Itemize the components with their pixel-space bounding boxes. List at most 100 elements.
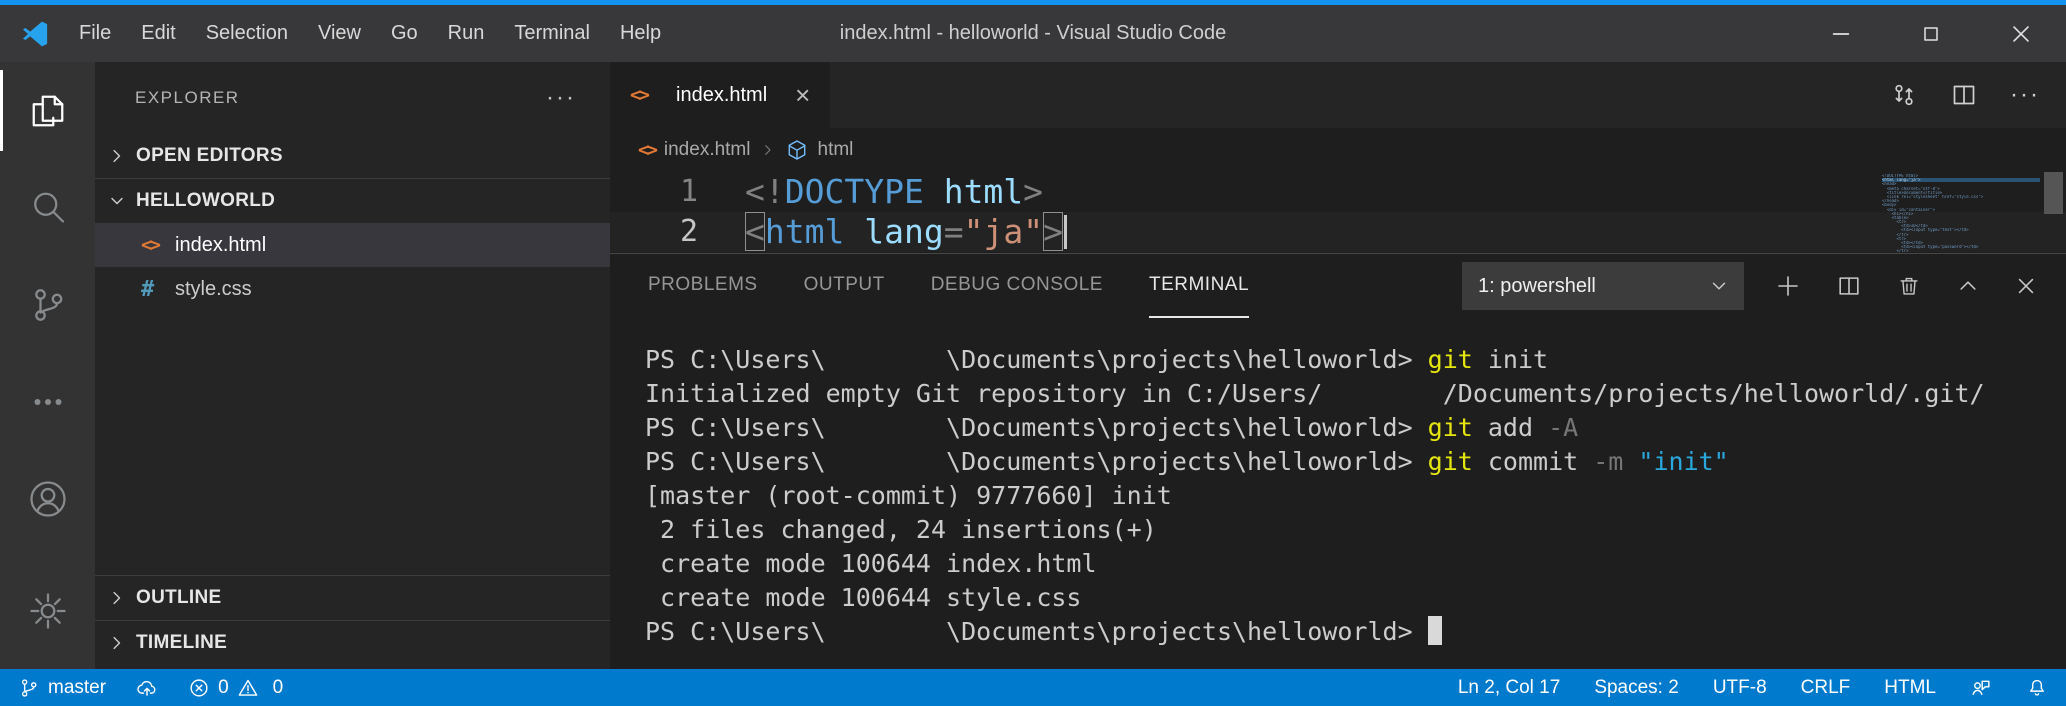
activity-settings-gear-icon[interactable] — [0, 562, 95, 659]
html-file-icon: <> — [638, 139, 655, 161]
status-cursor-position[interactable]: Ln 2, Col 17 — [1458, 677, 1560, 699]
editor-group: <> index.html × ··· <> index.html html 1… — [610, 62, 2066, 253]
editor-actions: ··· — [1890, 62, 2066, 128]
menu-terminal[interactable]: Terminal — [499, 5, 605, 62]
activity-more-icon[interactable] — [0, 353, 95, 450]
section-timeline[interactable]: TIMELINE — [95, 621, 610, 665]
sidebar-title: EXPLORER — [135, 88, 240, 108]
panel-tab-terminal[interactable]: TERMINAL — [1149, 254, 1249, 318]
split-editor-icon[interactable] — [1950, 81, 1978, 109]
code-line-2[interactable]: 2<html lang="ja"> — [610, 212, 2066, 252]
section-label: OUTLINE — [136, 587, 222, 609]
code-editor[interactable]: 1<!DOCTYPE html>2<html lang="ja"> <!DOCT… — [610, 172, 2066, 253]
terminal-cursor — [1428, 616, 1442, 645]
maximize-panel-icon[interactable] — [1956, 274, 1980, 298]
terminal-text: PS C:\Users\ \Documents\projects\hellowo… — [645, 345, 1428, 374]
open-changes-icon[interactable] — [1890, 81, 1918, 109]
maximize-button[interactable] — [1886, 5, 1976, 62]
terminal-text: commit — [1473, 447, 1593, 476]
html-file-icon: <> — [630, 84, 664, 106]
sidebar-bottom-sections: OUTLINE TIMELINE — [95, 575, 610, 665]
terminal-line: 2 files changed, 24 insertions(+) — [645, 513, 2066, 547]
editor-scrollbar[interactable] — [2044, 172, 2063, 214]
menu-file[interactable]: File — [64, 5, 126, 62]
section-label: TIMELINE — [136, 632, 227, 654]
file-index-html[interactable]: <>index.html — [95, 223, 610, 267]
minimize-button[interactable] — [1796, 5, 1886, 62]
section-open-editors[interactable]: OPEN EDITORS — [95, 134, 610, 178]
activity-account-icon[interactable] — [0, 450, 95, 547]
terminal-text: 2 files changed, 24 insertions(+) — [645, 515, 1157, 544]
code-token: < — [745, 212, 765, 251]
file-name: style.css — [175, 278, 252, 301]
tab-bar: <> index.html × ··· — [610, 62, 2066, 128]
menu-go[interactable]: Go — [376, 5, 433, 62]
panel-tabs: PROBLEMS OUTPUT DEBUG CONSOLE TERMINAL — [648, 254, 1295, 318]
tab-label: index.html — [676, 84, 767, 107]
terminal-line: PS C:\Users\ \Documents\projects\hellowo… — [645, 411, 2066, 445]
status-encoding[interactable]: UTF-8 — [1713, 677, 1767, 699]
status-language-mode[interactable]: HTML — [1884, 677, 1936, 699]
terminal-line: create mode 100644 style.css — [645, 581, 2066, 615]
breadcrumb-item-file[interactable]: index.html — [664, 139, 751, 161]
panel-header: PROBLEMS OUTPUT DEBUG CONSOLE TERMINAL 1: p… — [610, 254, 2066, 318]
branch-icon — [18, 677, 40, 699]
file-name: index.html — [175, 234, 266, 257]
menu-bar: FileEditSelectionViewGoRunTerminalHelp — [64, 5, 676, 62]
status-branch[interactable]: master — [18, 677, 106, 699]
menu-run[interactable]: Run — [433, 5, 500, 62]
status-indentation[interactable]: Spaces: 2 — [1594, 677, 1679, 699]
terminal-text: create mode 100644 index.html — [645, 549, 1097, 578]
status-eol[interactable]: CRLF — [1801, 677, 1851, 699]
section-outline[interactable]: OUTLINE — [95, 576, 610, 620]
status-notifications[interactable] — [2026, 677, 2048, 699]
menu-selection[interactable]: Selection — [191, 5, 303, 62]
menu-help[interactable]: Help — [605, 5, 676, 62]
panel-tab-debug-console[interactable]: DEBUG CONSOLE — [931, 254, 1103, 318]
html-file-icon: <> — [141, 234, 175, 256]
terminal-text: create mode 100644 style.css — [645, 583, 1082, 612]
code-token: html — [924, 172, 1023, 211]
close-button[interactable] — [1976, 5, 2066, 62]
status-label: UTF-8 — [1713, 677, 1767, 699]
kill-terminal-icon[interactable] — [1896, 273, 1922, 299]
more-actions-icon[interactable]: ··· — [2010, 81, 2040, 109]
breadcrumb: <> index.html html — [610, 128, 2066, 172]
terminal-text: init — [1473, 345, 1548, 374]
new-terminal-icon[interactable] — [1774, 272, 1802, 300]
vscode-logo-icon — [20, 19, 50, 49]
section-helloworld[interactable]: HELLOWORLD — [95, 179, 610, 223]
terminal-shell-select[interactable]: 1: powershell — [1462, 262, 1744, 310]
status-problems[interactable]: 00 — [188, 677, 283, 699]
terminal-text: "init" — [1638, 447, 1728, 476]
code-line-1[interactable]: 1<!DOCTYPE html> — [610, 172, 2066, 212]
file-style-css[interactable]: #style.css — [95, 267, 610, 311]
panel-tab-problems[interactable]: PROBLEMS — [648, 254, 758, 318]
activity-bar — [0, 62, 95, 669]
more-actions-icon[interactable]: ··· — [546, 84, 576, 112]
panel-tab-output[interactable]: OUTPUT — [804, 254, 885, 318]
feedback-icon — [1970, 677, 1992, 699]
code-token: > — [1043, 212, 1063, 251]
code-token: "ja" — [964, 212, 1043, 251]
close-panel-icon[interactable] — [2014, 274, 2038, 298]
activity-files-icon[interactable] — [0, 62, 95, 159]
code-token: > — [1023, 172, 1043, 211]
minimap[interactable]: <!DOCTYPE html><html lang="ja"><head> <m… — [1882, 174, 2040, 254]
menu-edit[interactable]: Edit — [126, 5, 190, 62]
menu-view[interactable]: View — [303, 5, 376, 62]
status-feedback[interactable] — [1970, 677, 1992, 699]
terminal-output[interactable]: PS C:\Users\ \Documents\projects\hellowo… — [610, 318, 2066, 649]
status-sync[interactable] — [136, 677, 158, 699]
close-tab-icon[interactable]: × — [795, 82, 810, 108]
split-terminal-icon[interactable] — [1836, 273, 1862, 299]
activity-source-control-icon[interactable] — [0, 256, 95, 353]
tab-index-html[interactable]: <> index.html × — [610, 62, 830, 128]
line-number: 2 — [610, 212, 698, 252]
css-file-icon: # — [141, 277, 175, 302]
breadcrumb-item-symbol[interactable]: html — [818, 139, 854, 161]
panel-actions — [1744, 254, 2066, 318]
activity-search-icon[interactable] — [0, 159, 95, 256]
status-label: Ln 2, Col 17 — [1458, 677, 1560, 699]
code-token: <! — [745, 172, 785, 211]
